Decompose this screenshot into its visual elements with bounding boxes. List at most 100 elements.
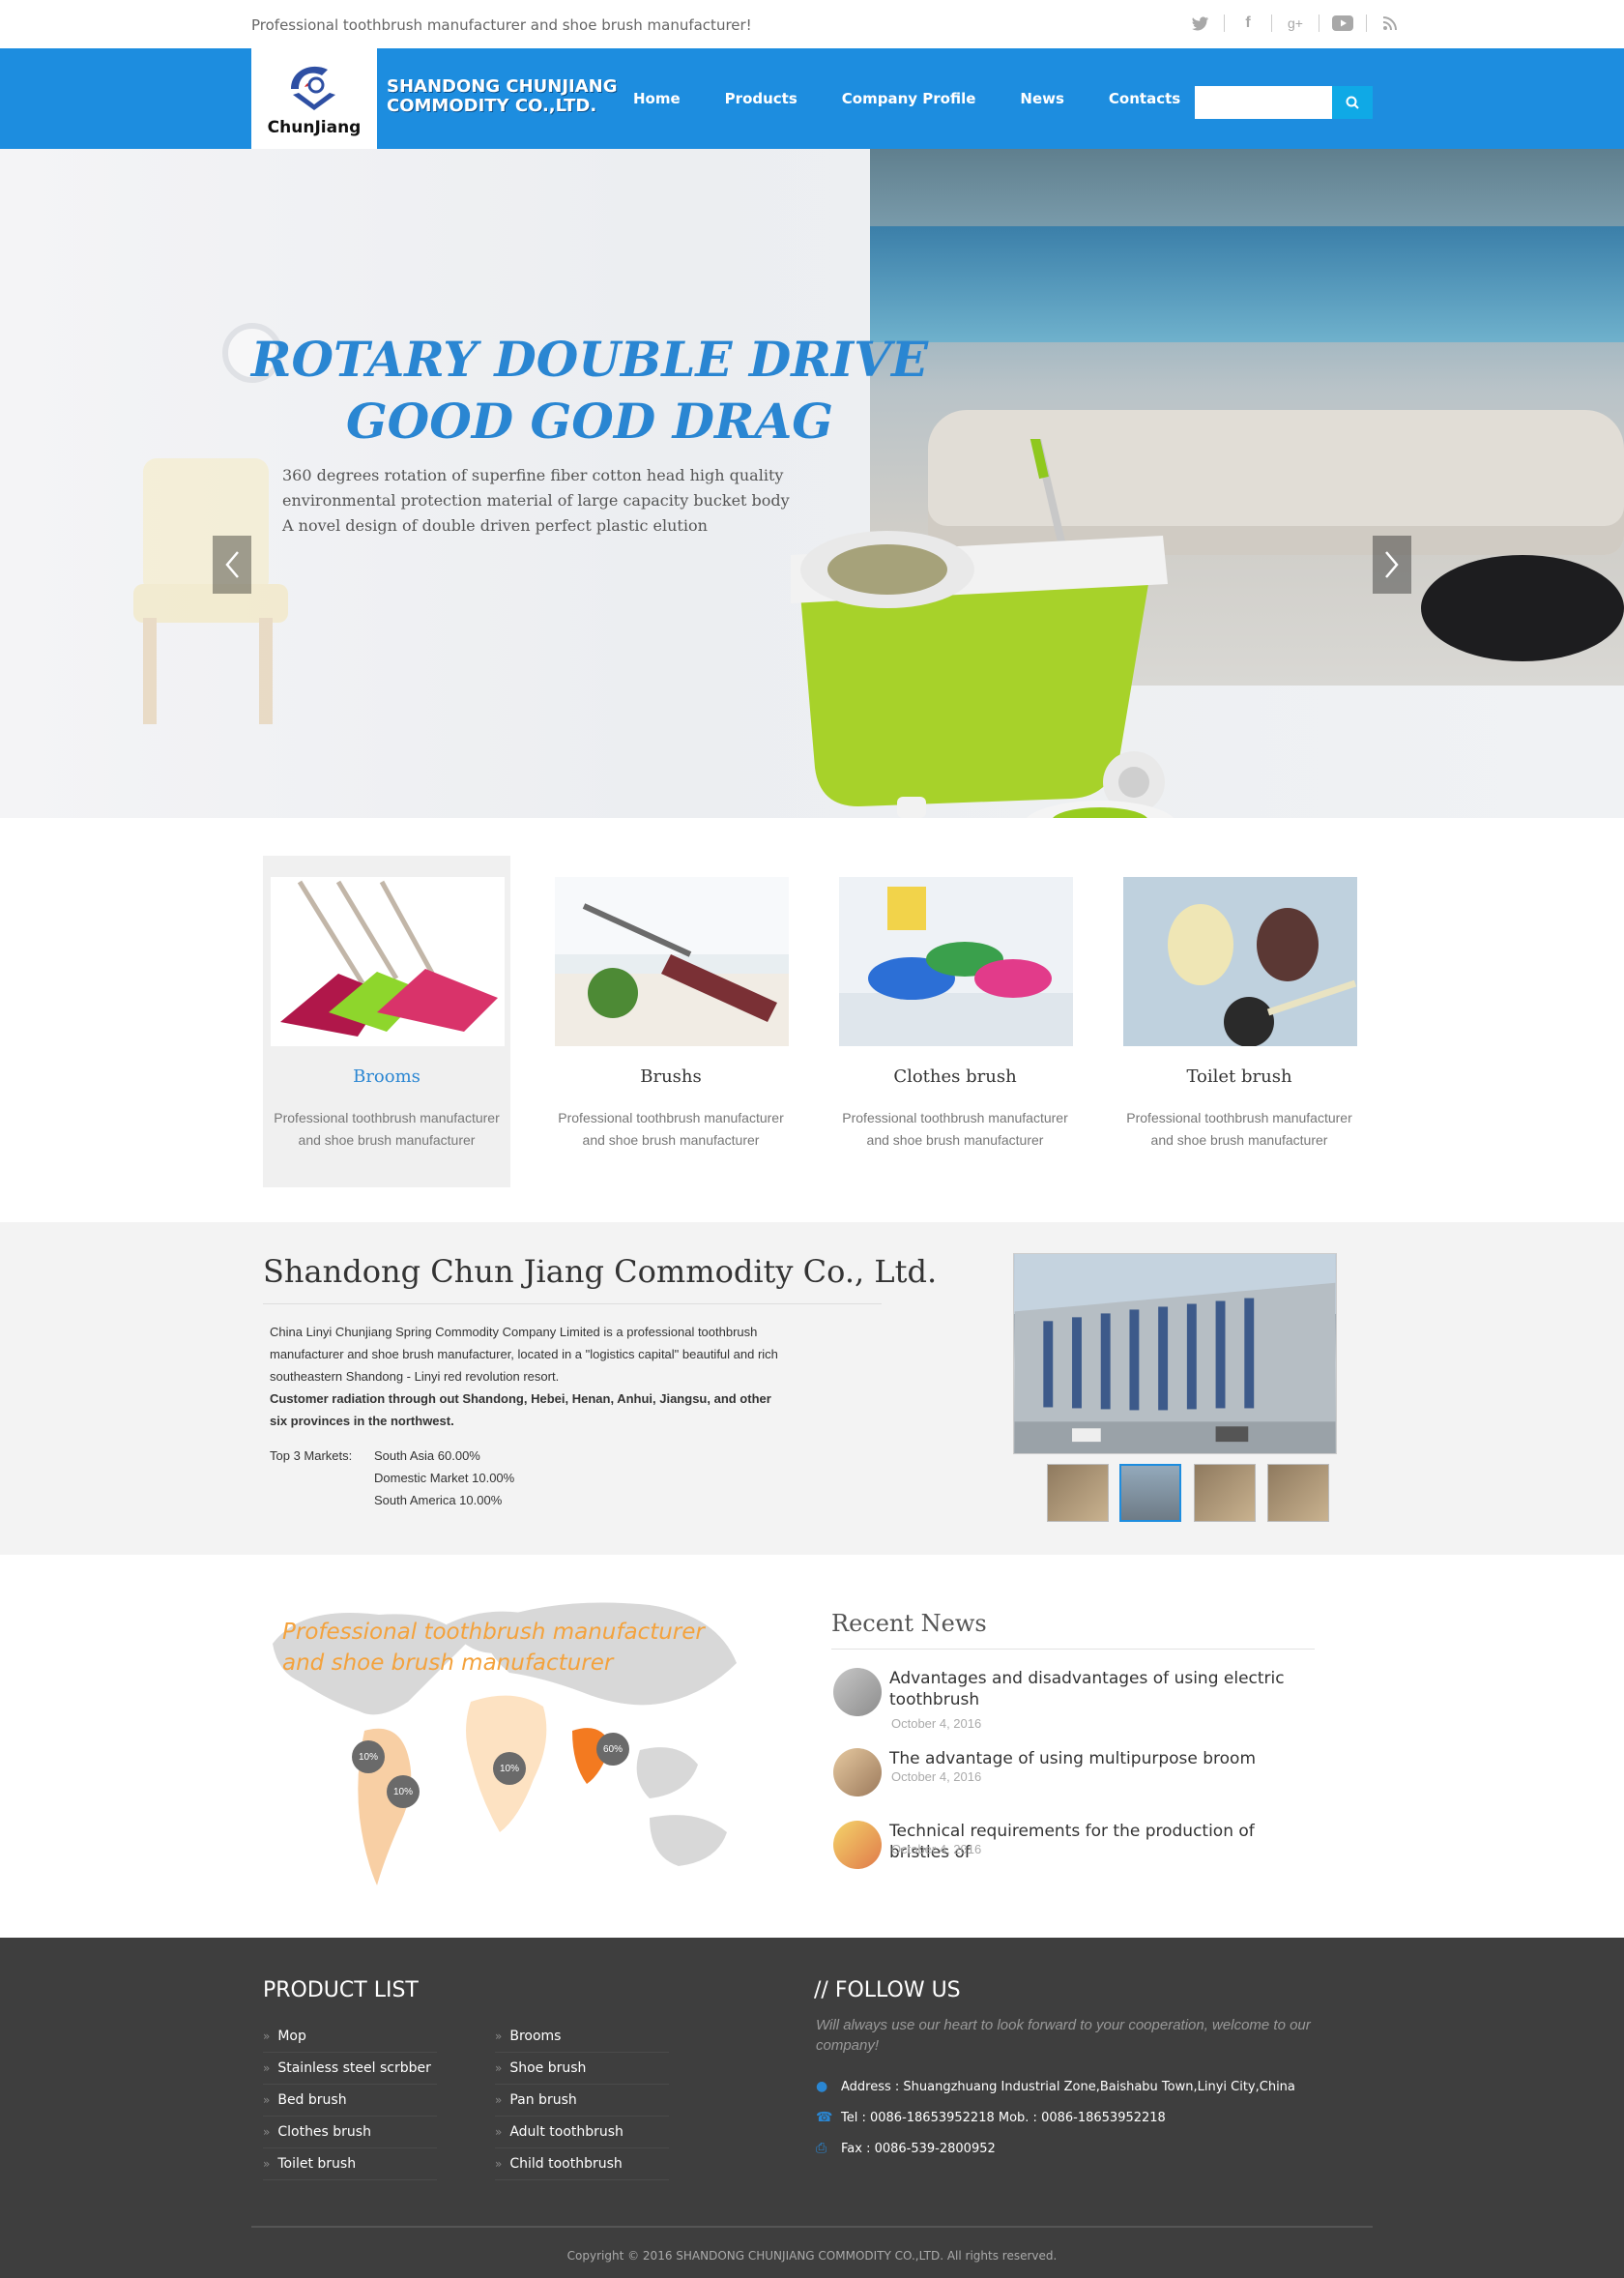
product-link[interactable]: » Shoe brush [495,2053,669,2085]
hero-text-line3: A novel design of double driven perfect … [282,516,708,535]
divider [1319,15,1320,32]
market-item: South America 10.00% [374,1493,503,1507]
news-item-date: October 4, 2016 [891,1716,982,1731]
product-link[interactable]: » Mop [263,2021,437,2053]
chevrons-icon: » [263,2093,271,2107]
product-link[interactable]: » Toilet brush [263,2148,437,2180]
chevron-right-icon [1385,551,1399,578]
nav-contacts[interactable]: Contacts [1109,90,1180,107]
category-card-brushs[interactable]: Brushs Professional toothbrush manufactu… [547,856,795,1187]
logo[interactable]: ChunJiang [251,48,377,149]
markets-values: South Asia 60.00% Domestic Market 10.00%… [374,1445,567,1511]
chevrons-icon: » [263,2125,271,2139]
fax-icon: ⎙ [816,2141,827,2156]
logo-emblem-icon [291,66,335,110]
nav-products[interactable]: Products [725,90,798,107]
chevrons-icon: » [263,2157,271,2171]
top-bar: Professional toothbrush manufacturer and… [0,0,1624,48]
news-item-date: October 4, 2016 [891,1769,982,1784]
gallery-thumb-active[interactable] [1119,1464,1181,1522]
markets-label: Top 3 Markets: [270,1448,353,1463]
toilet-brush-image [1123,877,1357,1046]
search-input[interactable] [1195,86,1332,119]
category-card-clothes-brush[interactable]: Clothes brush Professional toothbrush ma… [831,856,1079,1187]
brooms-image [271,877,505,1046]
chevrons-icon: » [263,2030,271,2043]
main-nav: Home Products Company Profile News Conta… [633,48,1225,149]
search-icon [1346,96,1359,109]
nav-company-profile[interactable]: Company Profile [842,90,976,107]
category-title[interactable]: Brooms [263,1066,510,1087]
search-button[interactable] [1332,86,1373,119]
gallery-thumb[interactable] [1194,1464,1256,1522]
google-plus-icon[interactable]: g+ [1284,12,1307,35]
divider [831,1649,1315,1650]
product-link[interactable]: » Brooms [495,2021,669,2053]
slider-next-button[interactable] [1373,536,1411,594]
nav-news[interactable]: News [1020,90,1064,107]
chevrons-icon: » [495,2061,503,2075]
divider [1271,15,1272,32]
category-title[interactable]: Toilet brush [1116,1066,1363,1087]
twitter-icon[interactable] [1189,12,1212,35]
contact-address: ● Address : Shuangzhuang Industrial Zone,… [816,2079,1295,2094]
phone-icon: ☎ [816,2110,833,2125]
product-link[interactable]: » Pan brush [495,2085,669,2117]
category-title[interactable]: Brushs [547,1066,795,1087]
divider [1366,15,1367,32]
news-item[interactable]: Advantages and disadvantages of using el… [831,1668,1315,1731]
gallery-thumb[interactable] [1267,1464,1329,1522]
category-desc: Professional toothbrush manufacturer and… [1126,1110,1352,1148]
rss-icon[interactable] [1378,12,1402,35]
nav-home[interactable]: Home [633,90,681,107]
news-item[interactable]: The advantage of using multipurpose broo… [831,1748,1315,1806]
social-links: f g+ [1189,12,1402,35]
clothes-brush-image [839,877,1073,1046]
facebook-icon[interactable]: f [1236,12,1260,35]
about-paragraph: China Linyi Chunjiang Spring Commodity C… [270,1325,778,1384]
product-link[interactable]: » Bed brush [263,2085,437,2117]
chair-image [133,458,288,724]
news-item-title[interactable]: Advantages and disadvantages of using el… [889,1668,1295,1710]
product-link[interactable]: » Clothes brush [263,2117,437,2148]
hero-slider: ROTARY DOUBLE DRIVE GOOD GOD DRAG 360 de… [0,149,1624,818]
product-link[interactable]: » Adult toothbrush [495,2117,669,2148]
news-item[interactable]: Technical requirements for the productio… [831,1821,1315,1879]
hero-description: 360 degrees rotation of superfine fiber … [282,463,790,539]
map-pin: 10% [493,1752,526,1785]
news-thumbnail [833,1821,882,1869]
hero-title-line1: ROTARY DOUBLE DRIVE [250,331,929,388]
world-map: Professional toothbrush manufacturer and… [263,1586,751,1905]
copyright: Copyright © 2016 SHANDONG CHUNJIANG COMM… [566,2249,1058,2263]
slider-prev-button[interactable] [213,536,251,594]
gallery-thumb[interactable] [1047,1464,1109,1522]
product-categories: Brooms Professional toothbrush manufactu… [263,856,1371,1187]
coffee-table-image [1421,555,1624,661]
about-paragraph-bold: Customer radiation through out Shandong,… [270,1391,771,1428]
map-pin: 10% [387,1775,420,1808]
chevrons-icon: » [495,2030,503,2043]
tagline: Professional toothbrush manufacturer and… [251,16,752,34]
category-card-toilet-brush[interactable]: Toilet brush Professional toothbrush man… [1116,856,1363,1187]
chevrons-icon: » [495,2093,503,2107]
category-card-brooms[interactable]: Brooms Professional toothbrush manufactu… [263,856,510,1187]
market-item: South Asia 60.00% [374,1448,480,1463]
news-item-title[interactable]: The advantage of using multipurpose broo… [889,1748,1295,1769]
about-title: Shandong Chun Jiang Commodity Co., Ltd. [263,1253,938,1290]
mop-bucket-image [791,439,1174,818]
map-pin: 60% [596,1733,629,1766]
company-name: SHANDONG CHUNJIANG COMMODITY CO.,LTD. [387,77,618,116]
youtube-icon[interactable] [1331,12,1354,35]
follow-us-title: // FOLLOW US [814,1978,961,2002]
product-list-col2: » Brooms » Shoe brush » Pan brush » Adult to… [495,2021,669,2180]
product-list-col1: » Mop » Stainless steel scrbber » Bed brush… [263,2021,437,2180]
product-link[interactable]: » Child toothbrush [495,2148,669,2180]
contact-fax: ⎙ Fax : 0086-539-2800952 [816,2141,996,2156]
window-sea-view [870,226,1624,342]
divider [1224,15,1225,32]
search-box [1195,86,1373,119]
category-desc: Professional toothbrush manufacturer and… [274,1110,500,1148]
category-title[interactable]: Clothes brush [831,1066,1079,1087]
product-link[interactable]: » Stainless steel scrbber [263,2053,437,2085]
brushs-image [555,877,789,1046]
